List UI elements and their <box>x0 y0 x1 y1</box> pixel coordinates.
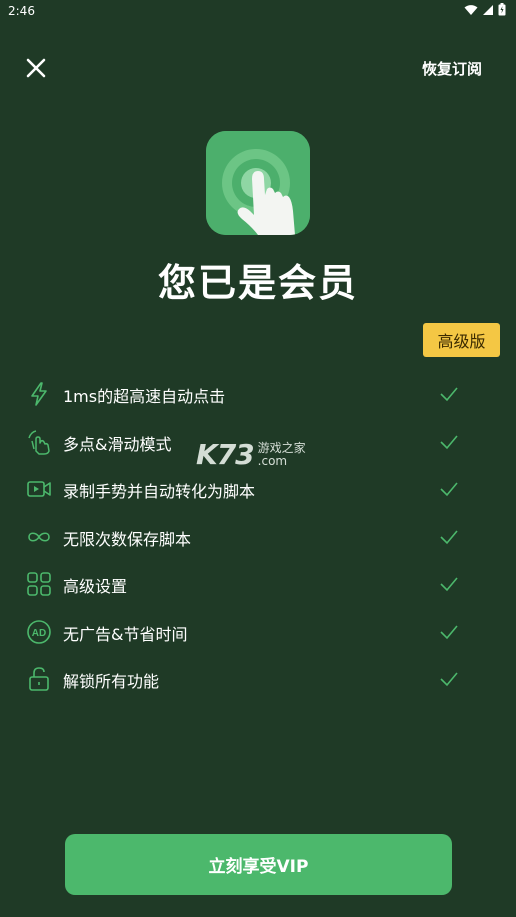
feature-label: 解锁所有功能 <box>63 672 160 691</box>
grid-settings-icon <box>27 572 51 596</box>
feature-item: 录制手势并自动转化为脚本 <box>0 468 516 508</box>
battery-icon <box>498 3 506 16</box>
feature-item: 解锁所有功能 <box>0 658 516 698</box>
watermark-site-cn: 游戏之家 <box>257 440 306 455</box>
feature-item: 1ms的超高速自动点击 <box>0 373 516 413</box>
unlock-icon <box>29 667 49 691</box>
infinity-icon <box>28 532 50 542</box>
feature-label: 1ms的超高速自动点击 <box>63 387 226 406</box>
check-icon <box>440 577 458 592</box>
svg-text:AD: AD <box>32 628 46 639</box>
watermark-brand: K73 <box>196 438 255 471</box>
close-button[interactable] <box>22 54 50 82</box>
ad-free-icon: AD <box>27 620 51 644</box>
feature-item: 无限次数保存脚本 <box>0 516 516 556</box>
lightning-icon <box>31 382 47 406</box>
enjoy-vip-button[interactable]: 立刻享受VIP <box>65 834 452 895</box>
feature-label: 无限次数保存脚本 <box>63 530 192 549</box>
check-icon <box>440 387 458 402</box>
feature-label: 高级设置 <box>63 577 128 596</box>
feature-item: AD 无广告&节省时间 <box>0 611 516 651</box>
feature-label: 录制手势并自动转化为脚本 <box>63 482 256 501</box>
check-icon <box>440 435 458 450</box>
watermark-site-en: .com <box>257 453 288 468</box>
check-icon <box>440 672 458 687</box>
premium-badge: 高级版 <box>423 323 500 357</box>
signal-icon <box>483 4 493 15</box>
status-time: 2:46 <box>8 4 35 18</box>
check-icon <box>440 625 458 640</box>
tap-hand-icon <box>206 131 310 235</box>
multi-tap-swipe-icon <box>28 430 50 455</box>
status-icons <box>464 3 506 16</box>
feature-label: 多点&滑动模式 <box>63 435 172 454</box>
feature-item: 高级设置 <box>0 563 516 603</box>
watermark: K73 游戏之家 .com <box>196 438 306 471</box>
video-record-icon <box>27 481 51 497</box>
check-icon <box>440 530 458 545</box>
feature-label: 无广告&节省时间 <box>63 625 188 644</box>
app-logo <box>206 131 310 235</box>
page-title: 您已是会员 <box>157 261 358 305</box>
restore-subscription-link[interactable]: 恢复订阅 <box>422 58 482 79</box>
wifi-icon <box>464 4 478 15</box>
status-bar: 2:46 <box>0 0 516 24</box>
check-icon <box>440 482 458 497</box>
close-icon <box>26 58 46 78</box>
